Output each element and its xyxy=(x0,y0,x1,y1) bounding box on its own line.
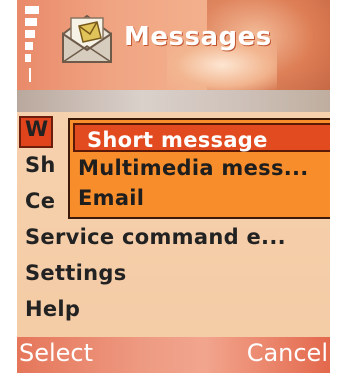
cancel-softkey[interactable]: Cancel xyxy=(247,339,328,367)
screen-frame: Messages W Sh Ce Service command e... Se… xyxy=(17,0,330,373)
submenu-item-label: Short message xyxy=(87,128,268,152)
list-item-write-message[interactable]: W xyxy=(25,117,48,141)
list-item-2[interactable]: Sh xyxy=(25,153,56,177)
submenu-popup: Short message Multimedia mess... Email xyxy=(68,118,330,219)
submenu-item-multimedia-message[interactable]: Multimedia mess... xyxy=(78,156,309,180)
submenu-item-email[interactable]: Email xyxy=(78,186,144,210)
submenu-item-short-message[interactable]: Short message xyxy=(73,123,330,152)
list-item-help[interactable]: Help xyxy=(25,297,80,321)
list-item-3[interactable]: Ce xyxy=(25,189,55,213)
list-item-service-command-editor[interactable]: Service command e... xyxy=(25,225,286,249)
title-bar: Messages xyxy=(17,0,330,90)
page-title: Messages xyxy=(124,22,272,52)
envelope-icon xyxy=(62,14,112,63)
select-softkey[interactable]: Select xyxy=(19,339,93,367)
list-item-settings[interactable]: Settings xyxy=(25,261,127,285)
softkey-bar: Select Cancel xyxy=(17,337,330,373)
header-separator xyxy=(17,90,330,112)
phone-screen: Messages W Sh Ce Service command e... Se… xyxy=(0,0,340,373)
signal-strength-icon xyxy=(25,6,39,82)
